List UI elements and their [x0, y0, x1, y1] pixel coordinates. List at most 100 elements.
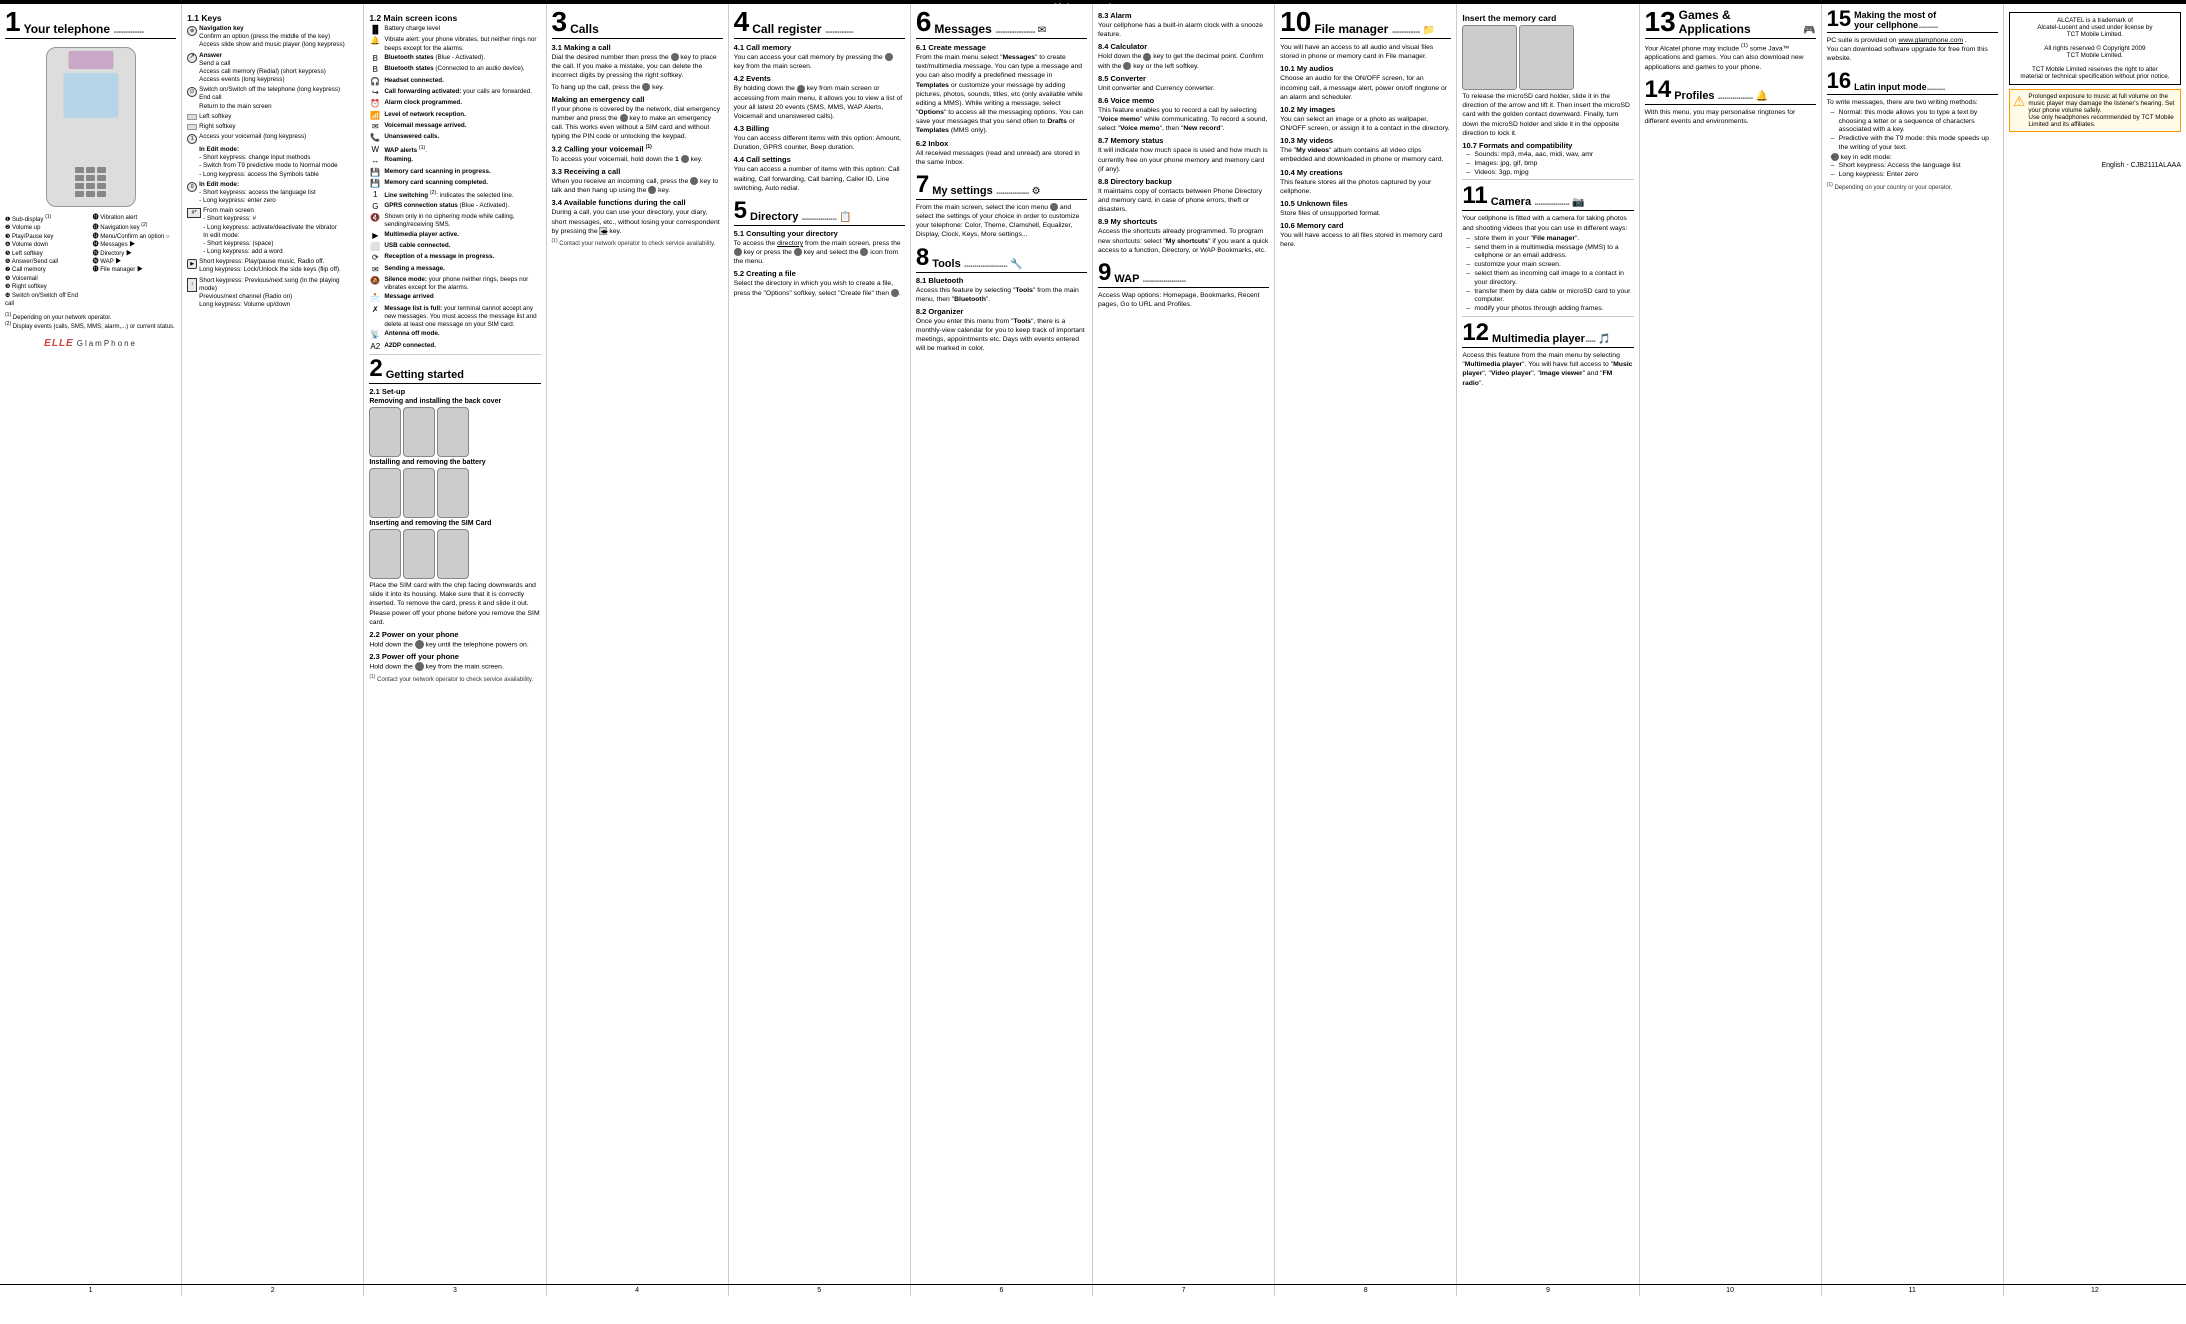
section16-note: (1) Depending on your country or your op…: [1827, 182, 1998, 191]
section62-title: 6.2 Inbox: [916, 139, 1087, 148]
panel-keys: 1.1 Keys ⊕ Navigation keyConfirm an opti…: [182, 4, 364, 1284]
phone-images-row: [369, 407, 540, 457]
section15-number: 15: [1827, 8, 1851, 30]
section83-title: 8.3 Alarm: [1098, 11, 1269, 20]
panel-getting-started: 1.2 Main screen icons ▐▌Battery charge l…: [364, 4, 546, 1284]
footer-page-4: 4: [547, 1285, 729, 1296]
install-battery-title: Installing and removing the battery: [369, 459, 540, 466]
section32-text: To access your voicemail, hold down the …: [552, 155, 723, 164]
section61-title: 6.1 Create message: [916, 43, 1087, 52]
footer-page-6: 6: [911, 1285, 1093, 1296]
section14-title: Profiles .................: [1674, 90, 1752, 102]
section101-text: Choose an audio for the ON/OFF screen, f…: [1280, 74, 1451, 102]
section7-intro: From the main screen, select the icon me…: [916, 203, 1087, 240]
settings-icon: ⚙: [1032, 186, 1041, 197]
section89-title: 8.9 My shortcuts: [1098, 217, 1269, 226]
camera-intro: Your cellphone is fitted with a camera f…: [1462, 214, 1633, 232]
alcatel-line2: Alcatel-Lucent and used under license by: [2014, 24, 2176, 31]
section2-note: (1) Contact your network operator to che…: [369, 674, 540, 683]
section43-title: 4.3 Billing: [734, 124, 905, 133]
section13-text: Your Alcatel phone may include (1) some …: [1645, 43, 1816, 72]
section84-text: Hold down the key to get the decimal poi…: [1098, 52, 1269, 70]
panel-number-1: 1: [5, 8, 21, 36]
latin-input-list: Normal: this mode allows you to type a t…: [1827, 109, 1998, 180]
power-on-text: Hold down the key until the telephone po…: [369, 640, 540, 649]
section105-text: Store files of unsupported format.: [1280, 209, 1451, 218]
memory-img-1: [1462, 25, 1517, 90]
insert-memory-title: Insert the memory card: [1462, 13, 1633, 23]
section8-title: Tools .....................: [932, 258, 1007, 270]
section15-text: PC suite is provided on www.glamphone.co…: [1827, 36, 1998, 64]
sidebar-col1: ❶ Sub-display (1) ❷ Volume up ❸ Play/Pau…: [5, 214, 89, 308]
panel-1: 1 Your telephone .............: [0, 4, 182, 1284]
section44-text: You can access a number of items with th…: [734, 165, 905, 193]
section34-title: 3.4 Available functions during the call: [552, 198, 723, 207]
section51-title: 5.1 Consulting your directory: [734, 229, 905, 238]
section107-title: 10.7 Formats and compatibility: [1462, 141, 1633, 150]
memory-img-2: [1519, 25, 1574, 90]
section101-title: 10.1 My audios: [1280, 64, 1451, 73]
section33-text: When you receive an incoming call, press…: [552, 177, 723, 195]
profiles-icon: 🔔: [1756, 91, 1768, 102]
panel-title-3: Calls: [570, 22, 599, 36]
section84-title: 8.4 Calculator: [1098, 42, 1269, 51]
panel-title-6: Messages .................: [934, 22, 1034, 36]
panel-calls: 3 Calls 3.1 Making a call Dial the desir…: [547, 4, 729, 1284]
footer-page-2: 2: [182, 1285, 364, 1296]
emergency-title: Making an emergency call: [552, 95, 723, 104]
battery-img-1: [369, 468, 401, 518]
section82-text: Once you enter this menu from "Tools", t…: [916, 317, 1087, 354]
section34-text: During a call, you can use your director…: [552, 208, 723, 236]
section9-number: 9: [1098, 261, 1111, 285]
section103-text: The "My videos" album contains all video…: [1280, 146, 1451, 164]
section86-title: 8.6 Voice memo: [1098, 96, 1269, 105]
phone-image: [46, 47, 136, 207]
section-12-title: 1.2 Main screen icons: [369, 13, 540, 23]
phone-img-2: [403, 407, 435, 457]
section31-text: Dial the desired number then press the k…: [552, 53, 723, 81]
section43-text: You can access different items with this…: [734, 134, 905, 152]
section14-number: 14: [1645, 78, 1672, 102]
section16-title: Latin input mode............: [1854, 82, 1945, 92]
section104-text: This feature stores all the photos captu…: [1280, 178, 1451, 196]
phone-img-1: [369, 407, 401, 457]
section15-title: Making the most ofyour cellphone........…: [1854, 10, 1938, 30]
panel-messages: 6 Messages ................. ✉ 6.1 Creat…: [911, 4, 1093, 1284]
sim-card-title: Inserting and removing the SIM Card: [369, 520, 540, 527]
section106-title: 10.6 Memory card: [1280, 221, 1451, 230]
section8-number: 8: [916, 246, 929, 270]
section9-text: Access Wap options: Homepage, Bookmarks,…: [1098, 291, 1269, 309]
panel-games-profiles: 13 Games & Applications 🎮 Your Alcatel p…: [1640, 4, 1822, 1284]
sidebar-notes: (1) Depending on your network operator. …: [5, 312, 176, 330]
sim-img-2: [403, 529, 435, 579]
panel-alcatel: ALCATEL is a trademark of Alcatel-Lucent…: [2004, 4, 2186, 1284]
section11-number: 11: [1462, 184, 1487, 208]
formats-list: Sounds: mp3, m4a, aac, midi, wav, amr Im…: [1462, 151, 1633, 177]
footer-page-1: 1: [0, 1285, 182, 1296]
panel-title-10: File manager ............: [1314, 22, 1419, 36]
removing-back-title: Removing and installing the back cover: [369, 398, 540, 405]
section103-title: 10.3 My videos: [1280, 136, 1451, 145]
warning-icon: ⚠: [2013, 93, 2026, 110]
panel-making-most: 15 Making the most ofyour cellphone.....…: [1822, 4, 2004, 1284]
section14-text: With this menu, you may personalise ring…: [1645, 108, 1816, 126]
section85-text: Unit converter and Currency converter.: [1098, 84, 1269, 93]
glamphone-logo: GlamPhone: [77, 339, 137, 348]
alcatel-line4: All rights reserved © Copyright 2009: [2014, 45, 2176, 52]
section89-text: Access the shortcuts already programmed.…: [1098, 227, 1269, 255]
section7-number: 7: [916, 173, 929, 197]
section5-title: Directory .................: [750, 211, 836, 223]
section44-title: 4.4 Call settings: [734, 155, 905, 164]
power-off-text: Hold down the key from the main screen.: [369, 662, 540, 671]
section62-text: All received messages (read and unread) …: [916, 149, 1087, 167]
section82-title: 8.2 Organizer: [916, 307, 1087, 316]
footer-page-12: 12: [2004, 1285, 2186, 1296]
memory-card-images: [1462, 25, 1633, 90]
panel-memory-camera: Insert the memory card To release the mi…: [1457, 4, 1639, 1284]
section21-title: 2.1 Set-up: [369, 387, 540, 396]
section41-text: You can access your call memory by press…: [734, 53, 905, 71]
camera-uses-list: store them in your "File manager". send …: [1462, 235, 1633, 314]
footer-page-3: 3: [364, 1285, 546, 1296]
section12-number: 12: [1462, 321, 1489, 345]
warning-text: Prolonged exposure to music at full volu…: [2028, 93, 2177, 128]
